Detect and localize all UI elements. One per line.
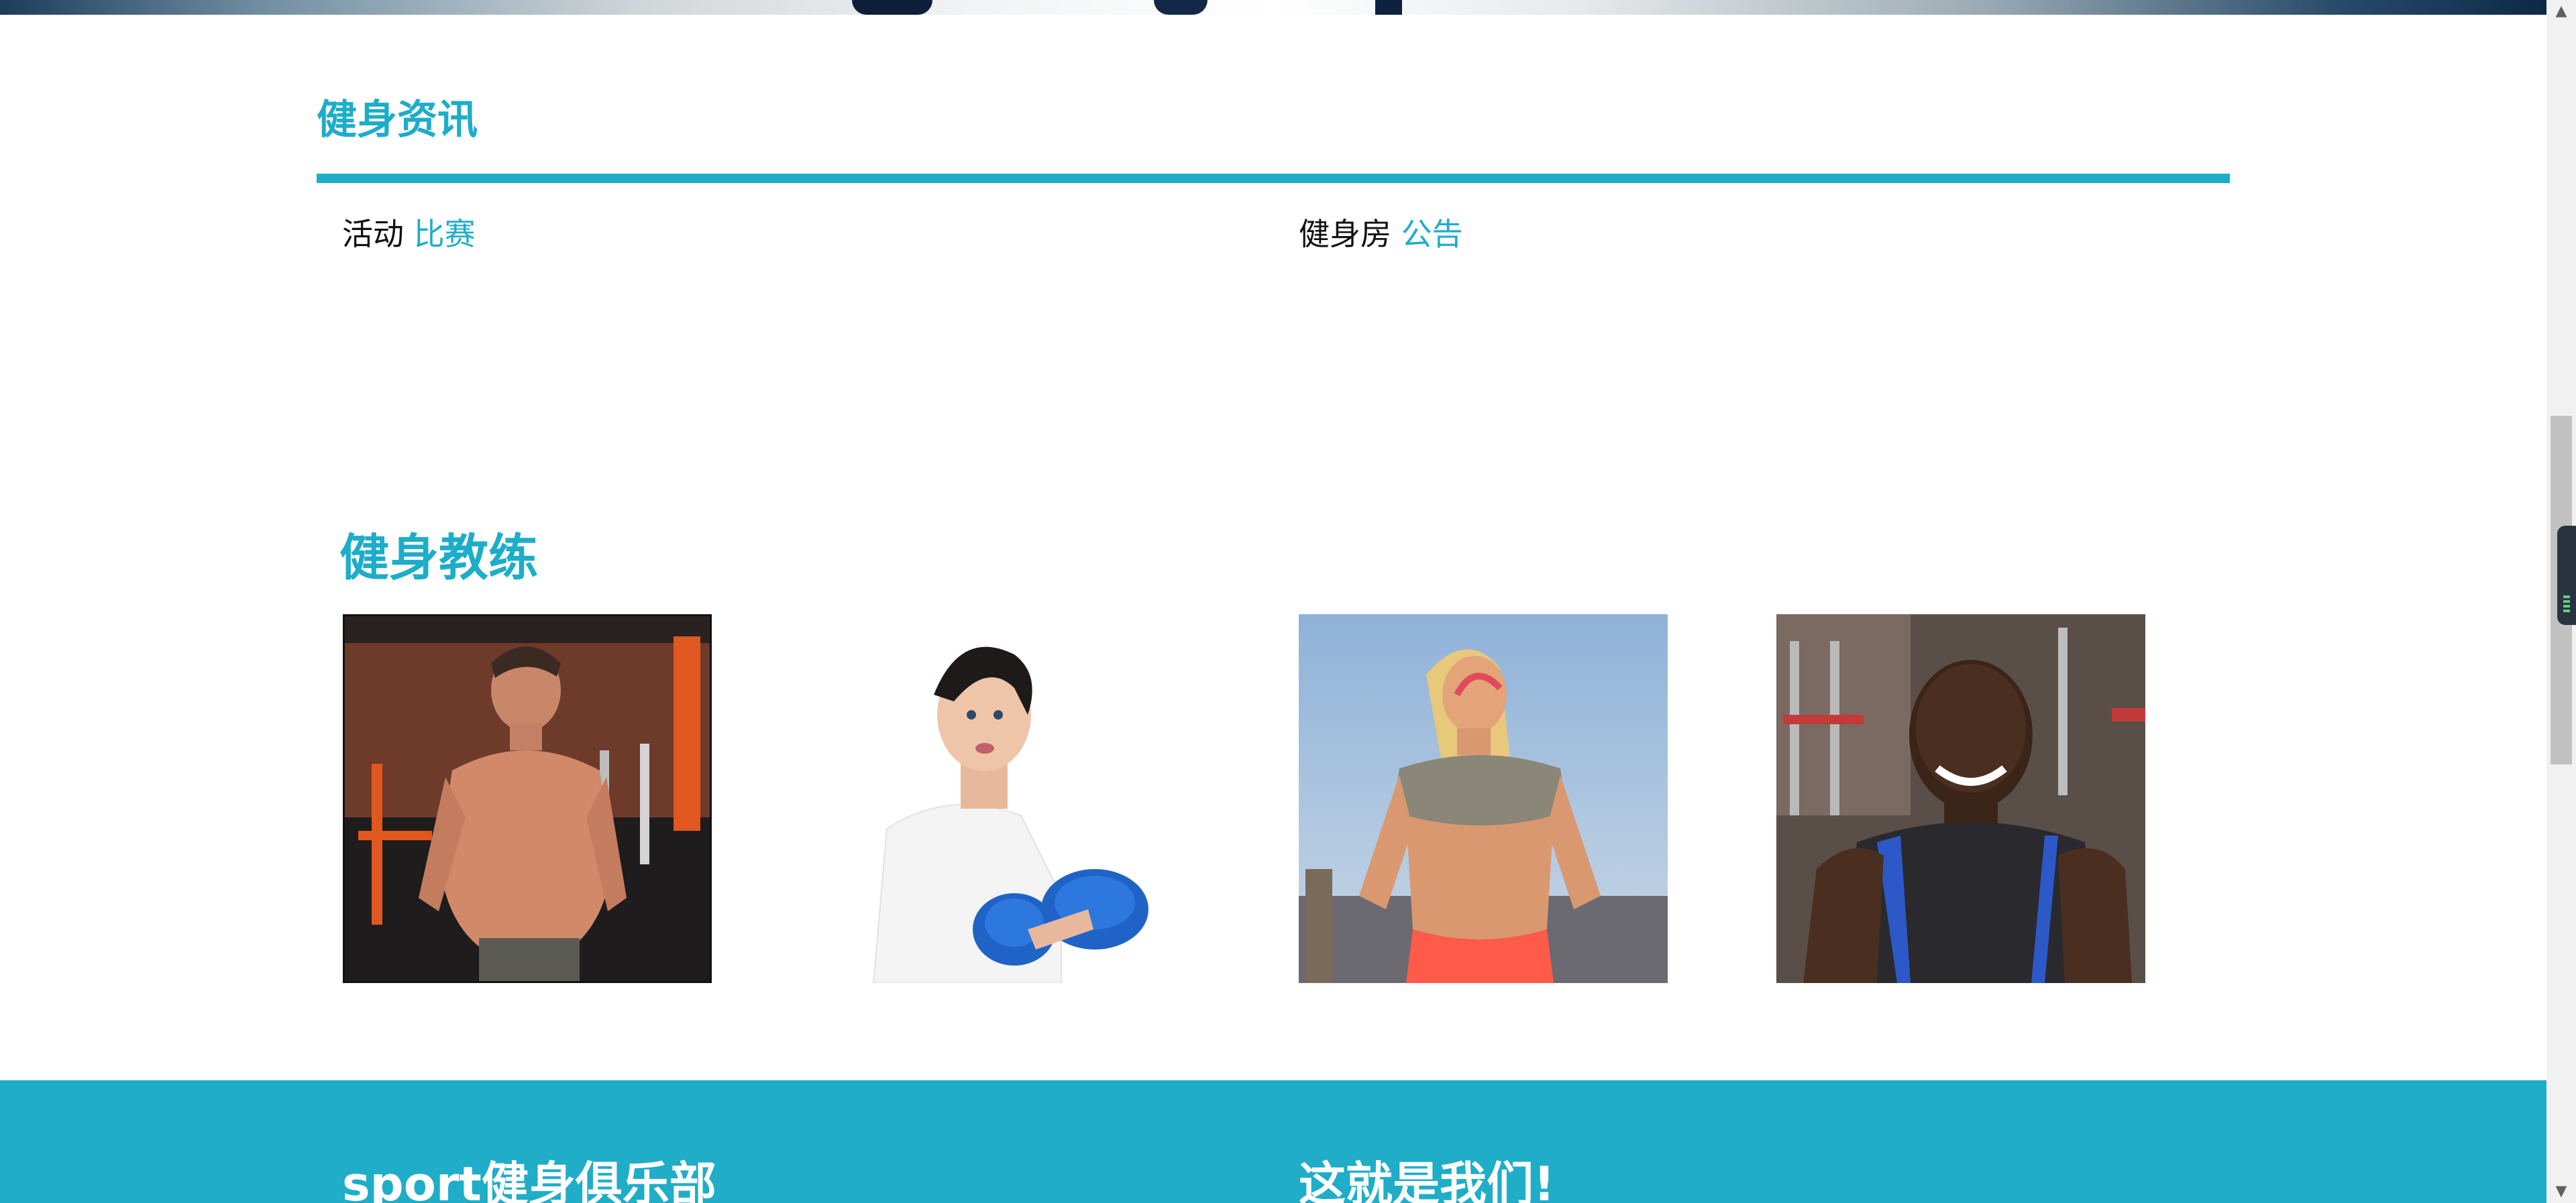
news-section-divider xyxy=(317,174,2230,183)
scroll-up-arrow-icon[interactable]: ▲ xyxy=(2546,0,2576,23)
coach-photo-3[interactable] xyxy=(1299,614,1668,983)
signal-icon xyxy=(2563,595,2570,613)
news-category-link[interactable]: 比赛 xyxy=(414,216,476,252)
top-banner-image xyxy=(0,0,2546,15)
coach-photo-1[interactable] xyxy=(343,614,712,983)
news-category-label: 活动 xyxy=(342,216,404,252)
coach-photo-4[interactable] xyxy=(1776,614,2145,983)
news-category-activity[interactable]: 活动 比赛 xyxy=(342,213,476,255)
coach-photo-2[interactable] xyxy=(860,614,1229,983)
coaches-section-title: 健身教练 xyxy=(339,529,538,587)
news-category-gym[interactable]: 健身房 公告 xyxy=(1299,213,1463,255)
footer-club-title: sport健身俱乐部 xyxy=(342,1157,716,1203)
side-widget-tab[interactable] xyxy=(2557,526,2576,625)
footer-about-title: 这就是我们! xyxy=(1299,1157,1555,1203)
scroll-down-arrow-icon[interactable]: ▼ xyxy=(2546,1180,2576,1203)
footer: sport健身俱乐部 这就是我们! xyxy=(0,1080,2546,1203)
news-section-title: 健身资讯 xyxy=(317,97,478,144)
news-category-link[interactable]: 公告 xyxy=(1401,216,1463,252)
news-category-label: 健身房 xyxy=(1299,216,1391,252)
